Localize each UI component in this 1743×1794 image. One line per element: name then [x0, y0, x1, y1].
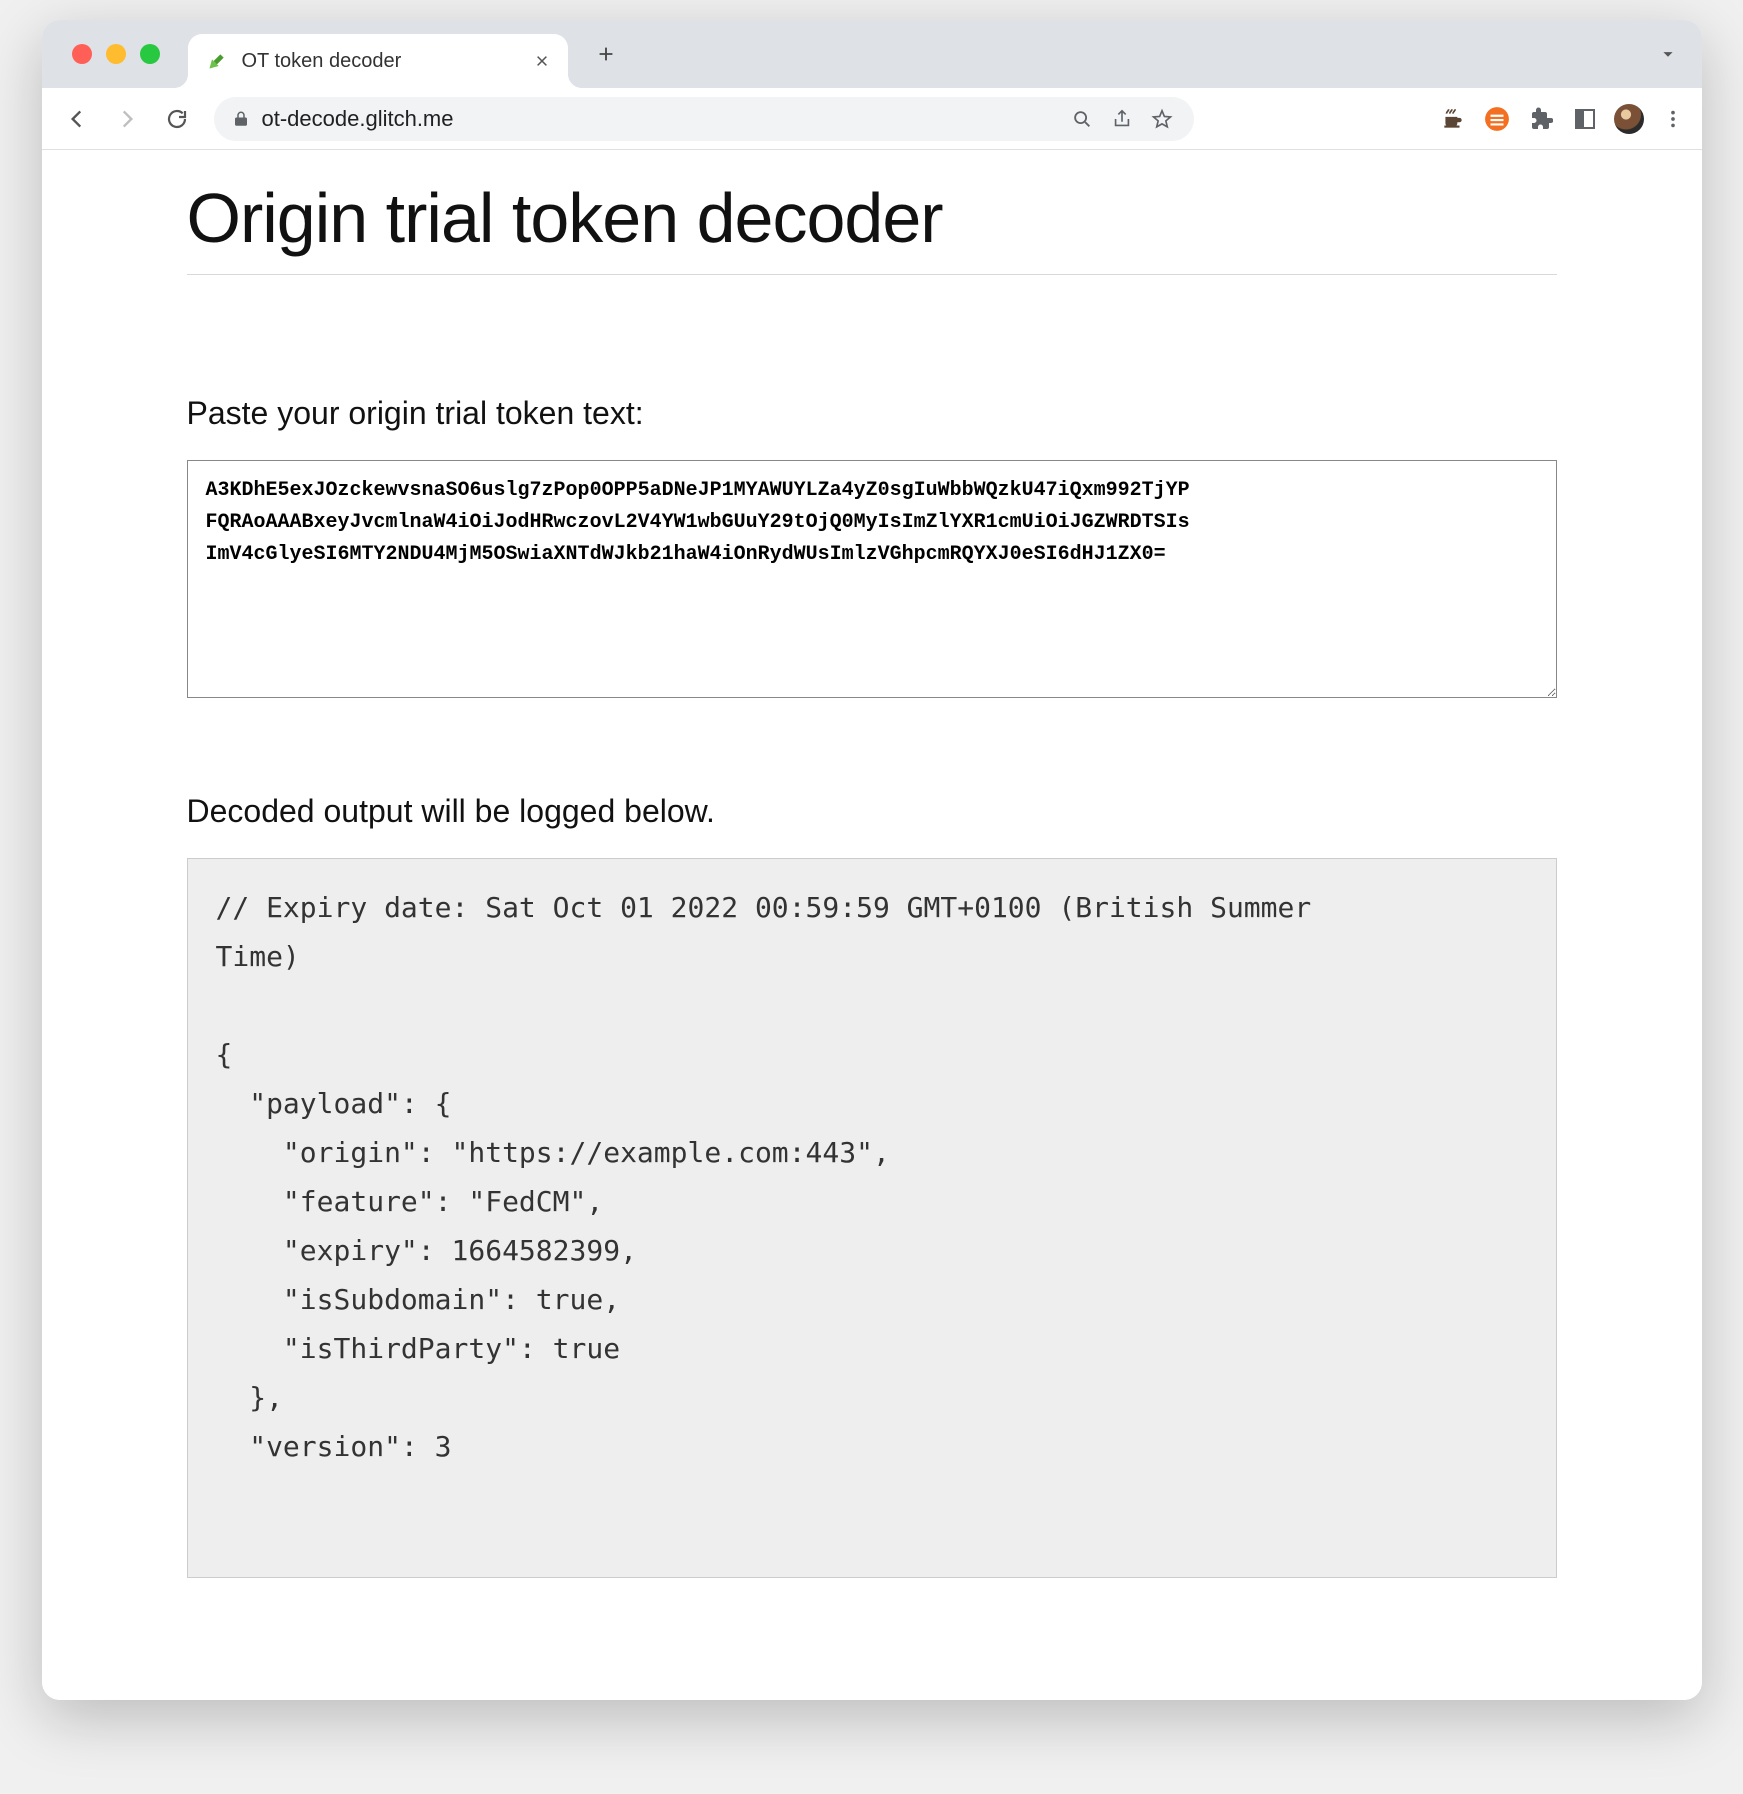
page-content: Origin trial token decoder Paste your or…: [187, 150, 1557, 1578]
page-title: Origin trial token decoder: [187, 178, 1557, 275]
tab-strip: OT token decoder: [42, 20, 1702, 88]
search-icon[interactable]: [1068, 108, 1096, 130]
address-bar[interactable]: ot-decode.glitch.me: [214, 97, 1194, 141]
tab-search-button[interactable]: [1648, 34, 1688, 74]
bookmark-icon[interactable]: [1148, 108, 1176, 130]
back-button[interactable]: [56, 98, 98, 140]
window-minimize-button[interactable]: [106, 44, 126, 64]
tab-favicon-icon: [206, 50, 228, 72]
window-close-button[interactable]: [72, 44, 92, 64]
lock-icon: [232, 110, 250, 128]
extension-coffee-icon[interactable]: [1438, 104, 1468, 134]
extensions-icon[interactable]: [1526, 104, 1556, 134]
active-tab[interactable]: OT token decoder: [188, 34, 568, 88]
toolbar: ot-decode.glitch.me: [42, 88, 1702, 150]
reading-list-icon[interactable]: [1570, 104, 1600, 134]
decoded-output: // Expiry date: Sat Oct 01 2022 00:59:59…: [187, 858, 1557, 1578]
token-input[interactable]: [187, 460, 1557, 698]
tab-close-button[interactable]: [534, 53, 550, 69]
share-icon[interactable]: [1108, 108, 1136, 130]
url-text: ot-decode.glitch.me: [262, 106, 454, 132]
new-tab-button[interactable]: [586, 34, 626, 74]
window-controls: [72, 44, 160, 64]
page-viewport: Origin trial token decoder Paste your or…: [42, 150, 1702, 1700]
output-label: Decoded output will be logged below.: [187, 793, 1557, 830]
window-maximize-button[interactable]: [140, 44, 160, 64]
kebab-menu-icon[interactable]: [1658, 104, 1688, 134]
profile-avatar[interactable]: [1614, 104, 1644, 134]
browser-window: OT token decoder ot-decode.glitch.me: [42, 20, 1702, 1700]
forward-button[interactable]: [106, 98, 148, 140]
tab-title: OT token decoder: [242, 50, 520, 73]
toolbar-right: [1438, 104, 1688, 134]
reload-button[interactable]: [156, 98, 198, 140]
extension-orange-icon[interactable]: [1482, 104, 1512, 134]
paste-label: Paste your origin trial token text:: [187, 395, 1557, 432]
